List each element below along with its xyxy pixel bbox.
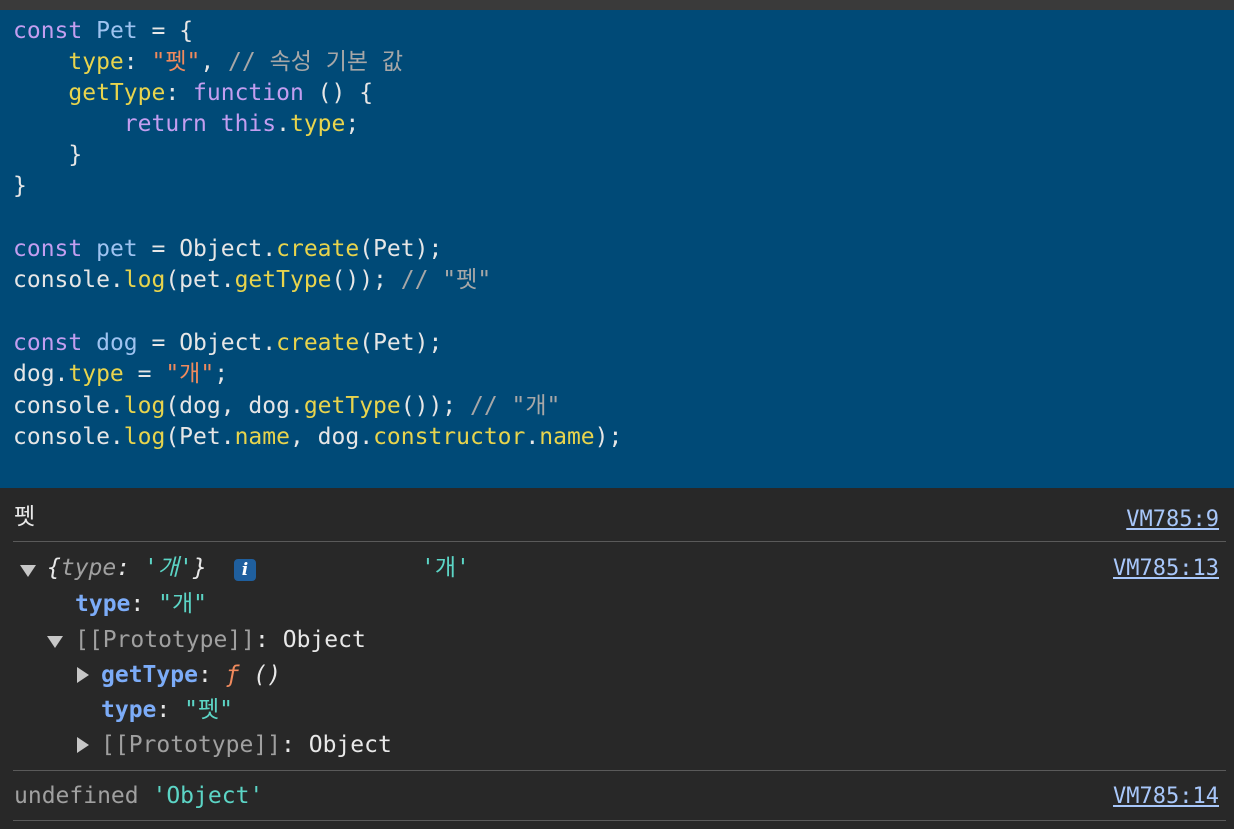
code-line-13: console.log(dog, dog.getType()); // "개"	[13, 393, 561, 419]
code-line-9: console.log(pet.getType()); // "펫"	[13, 267, 492, 293]
object-preview[interactable]: {type: '개'}	[47, 553, 207, 584]
collapse-triangle-icon[interactable]	[77, 737, 89, 753]
code-line-14: console.log(Pet.name, dog.constructor.na…	[13, 424, 623, 450]
code-line-5: }	[13, 142, 83, 168]
console-panel: 펫 VM785:9 {type: '개'} i '개' VM785:13 typ…	[0, 488, 1234, 829]
top-bar	[0, 0, 1234, 10]
source-link-vm785-9[interactable]: VM785:9	[1126, 504, 1219, 535]
nested-prototype-entry[interactable]: [[Prototype]]: Object	[101, 730, 392, 761]
property-gettype[interactable]: getType: ƒ ()	[101, 660, 281, 691]
console-log-value: '개'	[421, 555, 470, 581]
console-log-output: undefined 'Object'	[14, 783, 264, 809]
console-divider	[13, 820, 1226, 821]
code-line-8: const pet = Object.create(Pet);	[13, 236, 443, 262]
info-icon[interactable]: i	[234, 559, 256, 581]
collapse-triangle-icon[interactable]	[77, 667, 89, 683]
prototype-property-type: type: "펫"	[101, 697, 233, 723]
expand-triangle-icon[interactable]	[20, 565, 36, 577]
code-line-12: dog.type = "개";	[13, 361, 229, 387]
code-line-2: type: "펫", // 속성 기본 값	[68, 49, 404, 75]
code-editor[interactable]: const Pet = { type: "펫", // 속성 기본 값 getT…	[0, 10, 1234, 488]
code-line-1: const Pet = {	[13, 18, 194, 44]
property-type: type: "개"	[75, 591, 207, 617]
code-line-4: return this.type;	[123, 111, 360, 137]
expand-triangle-icon[interactable]	[47, 636, 63, 648]
code-line-3: getType: function () {	[68, 80, 374, 106]
prototype-entry[interactable]: [[Prototype]]: Object	[75, 625, 366, 656]
code-line-11: const dog = Object.create(Pet);	[13, 330, 443, 356]
console-divider	[13, 541, 1226, 542]
console-divider	[13, 770, 1226, 771]
code-line-6: }	[13, 173, 27, 199]
source-link-vm785-13[interactable]: VM785:13	[1113, 553, 1219, 584]
console-log-text: 펫	[14, 504, 36, 530]
source-link-vm785-14[interactable]: VM785:14	[1113, 781, 1219, 812]
